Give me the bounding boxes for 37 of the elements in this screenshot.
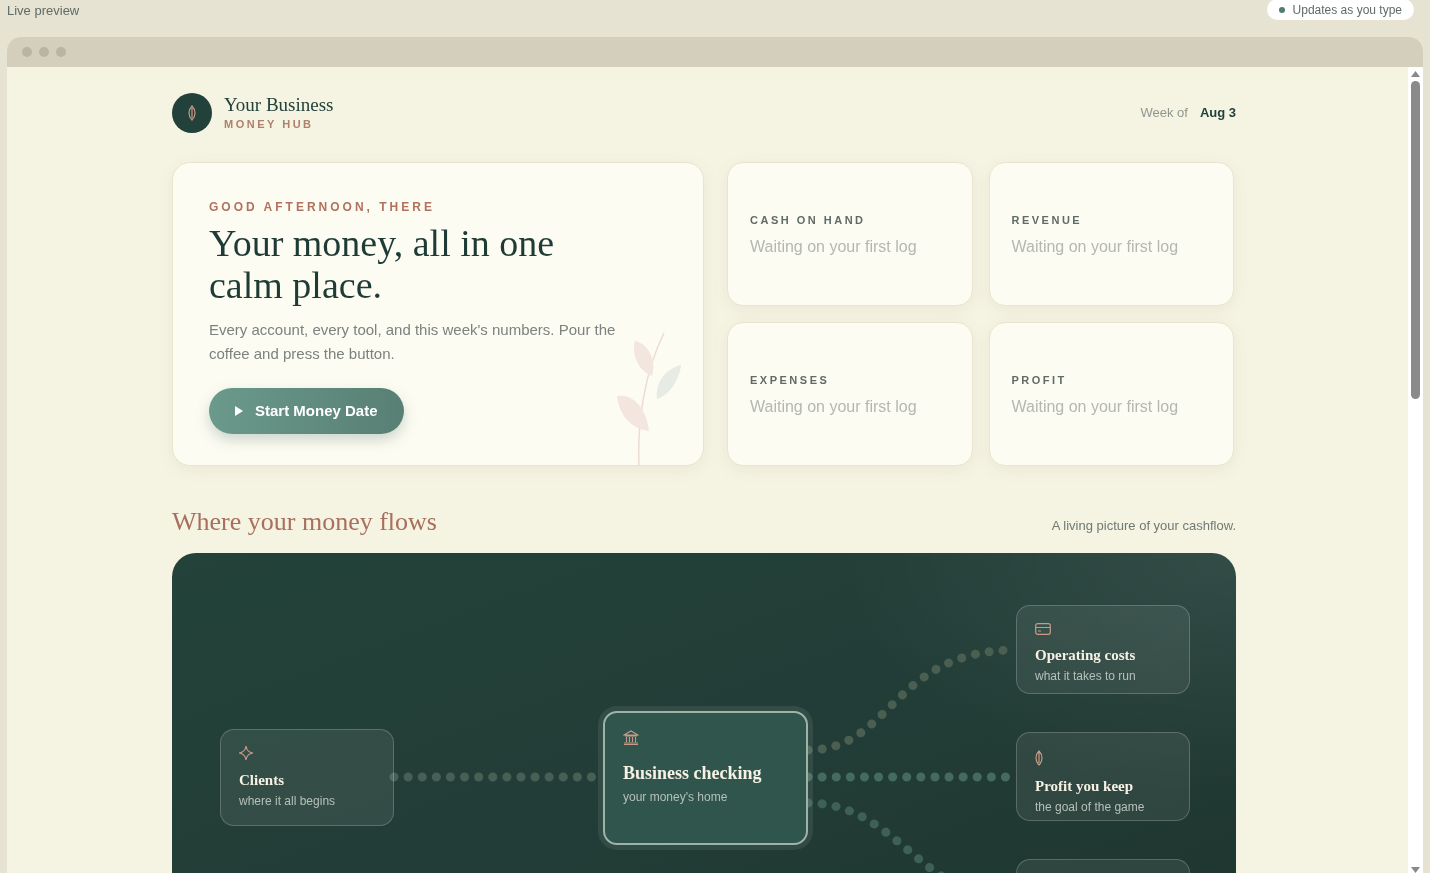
bank-icon — [623, 730, 639, 745]
status-text: Updates as you type — [1292, 1, 1402, 19]
scroll-down-icon[interactable] — [1411, 867, 1420, 873]
node-subtitle: where it all begins — [239, 793, 337, 810]
logo-icon — [172, 93, 212, 133]
stat-label: REVENUE — [1011, 213, 1084, 228]
card-icon — [1035, 623, 1051, 635]
stat-value: Waiting on your first log — [1011, 396, 1180, 417]
brand-subtitle: MONEY HUB — [224, 116, 315, 132]
node-title: Operating costs — [1035, 646, 1137, 665]
stat-label: CASH ON HAND — [750, 213, 867, 228]
week-value: Aug 3 — [1199, 104, 1236, 123]
play-icon — [235, 406, 243, 416]
node-subtitle: the goal of the game — [1035, 799, 1146, 816]
stat-label: PROFIT — [1011, 373, 1068, 388]
stat-value: Waiting on your first log — [1011, 236, 1180, 257]
scroll-up-icon[interactable] — [1411, 71, 1420, 77]
node-subtitle: what it takes to run — [1035, 668, 1137, 685]
stat-value: Waiting on your first log — [750, 396, 918, 417]
brand-name: Your Business — [224, 93, 334, 116]
hero-description: Every account, every tool, and this week's numbers. Pour the coffee and press the button. — [209, 320, 617, 364]
node-title: Business checking — [623, 763, 763, 783]
section-caption: A living picture of your cashflow. — [1051, 516, 1236, 535]
node-title: Profit you keep — [1035, 777, 1135, 796]
week-label: Week of — [1140, 104, 1188, 123]
leaf-icon — [1035, 750, 1043, 766]
hero-title: Your money, all in one calm place. — [209, 222, 556, 306]
start-money-date-button[interactable]: Start Money Date — [209, 388, 404, 434]
stat-label: EXPENSES — [750, 373, 831, 388]
preview-label: Live preview — [7, 2, 80, 20]
section-title: Where your money flows — [172, 506, 437, 538]
stat-value: Waiting on your first log — [750, 236, 918, 257]
greeting-eyebrow: GOOD AFTERNOON, THERE — [209, 199, 436, 216]
node-subtitle: your money's home — [623, 789, 729, 806]
scrollbar-thumb[interactable] — [1411, 81, 1420, 399]
node-title: Clients — [239, 771, 285, 790]
sparkle-icon — [239, 746, 253, 760]
